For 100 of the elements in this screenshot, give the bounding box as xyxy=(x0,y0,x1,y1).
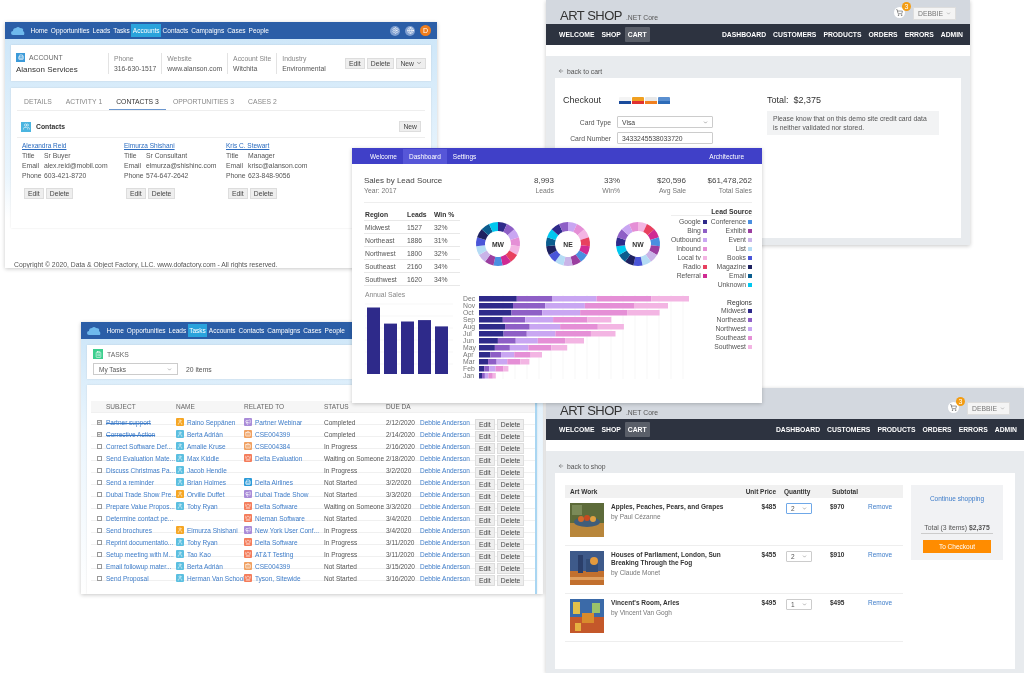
megaphone-icon xyxy=(244,490,252,498)
donut-segment xyxy=(477,229,489,240)
caret-icon xyxy=(703,119,708,125)
arrow-left-icon xyxy=(558,463,564,469)
donut-segment xyxy=(507,229,519,240)
donut-segment xyxy=(489,222,498,233)
checkbox[interactable] xyxy=(97,503,102,509)
caret-icon xyxy=(167,366,172,372)
checkbox[interactable] xyxy=(97,527,102,533)
donut-segment xyxy=(616,237,626,247)
person-icon xyxy=(176,502,184,510)
crown-icon xyxy=(244,514,252,522)
donut-segment xyxy=(476,245,487,255)
stat-value: 33% xyxy=(604,176,620,185)
donut-segment xyxy=(625,254,636,266)
person-icon xyxy=(176,526,184,534)
caret-icon xyxy=(946,11,951,16)
crown-icon xyxy=(244,574,252,582)
caret-icon xyxy=(416,60,422,66)
person-icon xyxy=(176,454,184,462)
account-icon xyxy=(16,52,25,62)
tasks-icon xyxy=(93,349,103,359)
donut-segment xyxy=(649,245,660,255)
donut-segment xyxy=(568,222,577,233)
donut-segment xyxy=(621,223,633,236)
checkbox[interactable] xyxy=(97,563,102,569)
donut-segment xyxy=(559,222,568,233)
dashboard-title: Sales by Lead Source xyxy=(364,176,443,185)
checkbox[interactable] xyxy=(97,491,102,497)
donut-segment xyxy=(640,254,651,266)
donut-segment xyxy=(505,250,518,262)
briefcase-icon xyxy=(244,562,252,570)
stat-value: $61,478,262 xyxy=(707,176,752,185)
donut-segment xyxy=(629,222,638,233)
cart-button[interactable] xyxy=(948,402,960,413)
globe-icon[interactable] xyxy=(405,25,415,36)
caret-icon xyxy=(1000,406,1005,411)
cloud-logo xyxy=(87,326,101,335)
checkbox[interactable] xyxy=(97,419,102,425)
order-total: Total: $2,375 xyxy=(767,95,823,105)
contacts-icon xyxy=(21,121,31,132)
settings-icon[interactable] xyxy=(390,25,400,36)
building-icon xyxy=(244,478,252,486)
donut-segment xyxy=(509,245,520,255)
arrow-left-icon xyxy=(558,68,564,74)
donut-segment xyxy=(618,250,631,262)
donut-segment xyxy=(647,229,659,240)
checkbox[interactable] xyxy=(97,431,102,437)
caret-icon xyxy=(802,506,807,511)
person-icon xyxy=(176,550,184,558)
person-icon xyxy=(176,490,184,498)
bar xyxy=(401,321,414,374)
donut-segment xyxy=(643,223,655,236)
checkbox[interactable] xyxy=(97,479,102,485)
donut-segment xyxy=(650,237,660,247)
donut-segment xyxy=(547,229,559,240)
donut-segment xyxy=(478,250,491,262)
person-icon xyxy=(176,574,184,582)
donut-segment xyxy=(617,229,629,240)
person-icon xyxy=(176,418,184,426)
cart-button[interactable] xyxy=(894,7,906,18)
donut-segment xyxy=(563,256,573,266)
checkbox[interactable] xyxy=(97,467,102,473)
person-icon xyxy=(176,466,184,474)
checkbox[interactable] xyxy=(97,443,102,449)
donut-segment xyxy=(633,256,643,266)
bar xyxy=(418,320,431,374)
donut-segment xyxy=(510,237,520,247)
bar xyxy=(435,326,448,374)
donut-segment xyxy=(500,254,511,266)
checkbox[interactable] xyxy=(97,455,102,461)
donut-segment xyxy=(546,245,557,255)
person-icon xyxy=(176,478,184,486)
crown-icon xyxy=(244,538,252,546)
donut-segment xyxy=(548,250,561,262)
cloud-logo xyxy=(11,26,25,35)
donut-segment xyxy=(575,250,588,262)
donut-segment xyxy=(503,223,515,236)
person-icon xyxy=(176,442,184,450)
logo: ART SHOP xyxy=(560,9,622,22)
donut-segment xyxy=(577,229,589,240)
donut-segment xyxy=(580,237,590,247)
crown-icon xyxy=(244,550,252,558)
checkbox[interactable] xyxy=(97,575,102,581)
checkout-title: Checkout xyxy=(563,95,602,105)
bar xyxy=(384,323,397,374)
megaphone-icon xyxy=(244,526,252,534)
crown-icon xyxy=(244,502,252,510)
donut-segment xyxy=(579,245,590,255)
person-icon xyxy=(176,562,184,570)
stat-value: $20,596 xyxy=(657,176,686,185)
checkbox[interactable] xyxy=(97,539,102,545)
donut-segment xyxy=(476,237,486,247)
checkbox[interactable] xyxy=(97,551,102,557)
account-name: Alanson Services xyxy=(16,64,79,74)
checkbox[interactable] xyxy=(97,515,102,521)
donut-segment xyxy=(555,254,566,266)
caret-icon xyxy=(802,554,807,559)
briefcase-icon xyxy=(244,430,252,438)
person-icon xyxy=(176,538,184,546)
